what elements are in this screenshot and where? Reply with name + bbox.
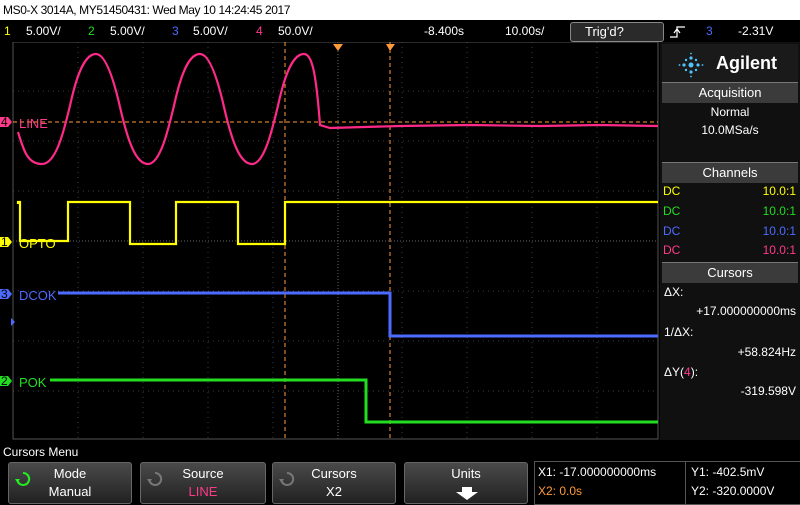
ch2-number[interactable]: 2 bbox=[88, 20, 95, 42]
delta-x-value: +17.000000000ms bbox=[696, 304, 796, 318]
cursor-y2-readout: Y2: -320.0000V bbox=[691, 484, 775, 498]
units-softkey-label: Units bbox=[451, 466, 481, 481]
units-softkey[interactable]: Units bbox=[404, 462, 528, 504]
delta-y-label: ΔY(4): bbox=[664, 365, 698, 379]
menu-title-bar: Cursors Menu bbox=[0, 444, 800, 460]
ch4-probe: 10.0:1 bbox=[762, 243, 796, 257]
cursor-readout-box: X1: -17.000000000ms X2: 0.0s Y1: -402.5m… bbox=[534, 461, 800, 505]
cursor-x2-marker bbox=[386, 44, 395, 51]
readout-divider bbox=[685, 462, 686, 504]
ch3-scale[interactable]: 5.00V/ bbox=[193, 20, 228, 42]
time-offset[interactable]: -8.400s bbox=[424, 20, 464, 42]
ch2-scale[interactable]: 5.00V/ bbox=[110, 20, 145, 42]
dcok-trace bbox=[58, 291, 658, 338]
channels-header[interactable]: Channels bbox=[662, 162, 798, 183]
source-softkey-value: LINE bbox=[188, 484, 218, 499]
mode-softkey-label: Mode bbox=[53, 466, 87, 481]
acquisition-rate: 10.0MSa/s bbox=[701, 123, 759, 137]
delta-y-label-post: ): bbox=[690, 365, 699, 379]
acquisition-mode: Normal bbox=[710, 105, 750, 119]
source-softkey[interactable]: Source LINE bbox=[140, 462, 266, 504]
ch1-scale[interactable]: 5.00V/ bbox=[26, 20, 61, 42]
delta-x-label: ΔX: bbox=[664, 285, 684, 299]
cursor-y1-readout: Y1: -402.5mV bbox=[691, 465, 765, 479]
side-panel: Agilent Acquisition Normal 10.0MSa/s Cha… bbox=[660, 42, 800, 440]
ch1-coupling: DC bbox=[663, 184, 681, 198]
ch3-number[interactable]: 3 bbox=[172, 20, 179, 42]
ch2-probe: 10.0:1 bbox=[762, 204, 796, 218]
trigger-source[interactable]: 3 bbox=[706, 20, 713, 42]
ch3-marker-num: 3 bbox=[1, 287, 8, 301]
trigger-position-marker bbox=[333, 44, 343, 51]
cursors-softkey[interactable]: Cursors X2 bbox=[272, 462, 396, 504]
line-label: LINE bbox=[19, 116, 48, 131]
pok-trace bbox=[50, 378, 658, 424]
brand-box: Agilent bbox=[662, 44, 798, 84]
source-softkey-label: Source bbox=[182, 466, 224, 481]
trigger-level[interactable]: -2.31V bbox=[738, 20, 773, 42]
mode-softkey[interactable]: Mode Manual bbox=[8, 462, 132, 504]
inverse-delta-x-value: +58.824Hz bbox=[737, 345, 796, 359]
brand-name: Agilent bbox=[716, 53, 777, 73]
ch4-scale[interactable]: 50.0V/ bbox=[278, 20, 313, 42]
inverse-delta-x-label: 1/ΔX: bbox=[664, 325, 694, 339]
cursors-softkey-value: X2 bbox=[326, 484, 342, 499]
acquisition-header[interactable]: Acquisition bbox=[662, 82, 798, 103]
cursor-x1-readout: X1: -17.000000000ms bbox=[538, 465, 657, 479]
delta-y-label-pre: ΔY( bbox=[664, 365, 685, 379]
ch3-probe: 10.0:1 bbox=[762, 224, 796, 238]
ch3-coupling: DC bbox=[663, 224, 681, 238]
waveform-display[interactable]: 4 1 3 2 LINE OPTO DCOK POK bbox=[0, 42, 660, 440]
dcok-label: DCOK bbox=[19, 288, 57, 303]
time-scale[interactable]: 10.00s/ bbox=[505, 20, 544, 42]
delta-y-value: -319.598V bbox=[740, 384, 796, 398]
trigger-status: Trig'd? bbox=[585, 24, 624, 39]
mode-softkey-value: Manual bbox=[48, 484, 92, 499]
opto-label: OPTO bbox=[19, 236, 56, 251]
agilent-spark-icon bbox=[678, 52, 704, 78]
down-arrow-icon bbox=[456, 487, 478, 500]
title-bar: MS0-X 3014A, MY51450431: Wed May 10 14:2… bbox=[0, 0, 800, 20]
ch4-number[interactable]: 4 bbox=[256, 20, 263, 42]
cursors-header[interactable]: Cursors bbox=[662, 262, 798, 283]
rising-edge-icon bbox=[670, 26, 685, 38]
trigger-status-box[interactable]: Trig'd? bbox=[570, 22, 664, 42]
ch1-marker-num: 1 bbox=[1, 235, 8, 249]
ch4-coupling: DC bbox=[663, 243, 681, 257]
ch1-probe: 10.0:1 bbox=[762, 184, 796, 198]
cursor-x2-readout: X2: 0.0s bbox=[538, 484, 583, 498]
cursors-softkey-label: Cursors bbox=[311, 466, 357, 481]
title-text: MS0-X 3014A, MY51450431: Wed May 10 14:2… bbox=[3, 3, 291, 17]
menu-title: Cursors Menu bbox=[3, 445, 79, 459]
pok-label: POK bbox=[19, 375, 47, 390]
ch2-marker-num: 2 bbox=[1, 374, 8, 388]
ch1-number[interactable]: 1 bbox=[4, 20, 11, 42]
ch4-marker-num: 4 bbox=[1, 115, 8, 129]
ch2-coupling: DC bbox=[663, 204, 681, 218]
delta-y-channel: 4 bbox=[684, 365, 691, 379]
